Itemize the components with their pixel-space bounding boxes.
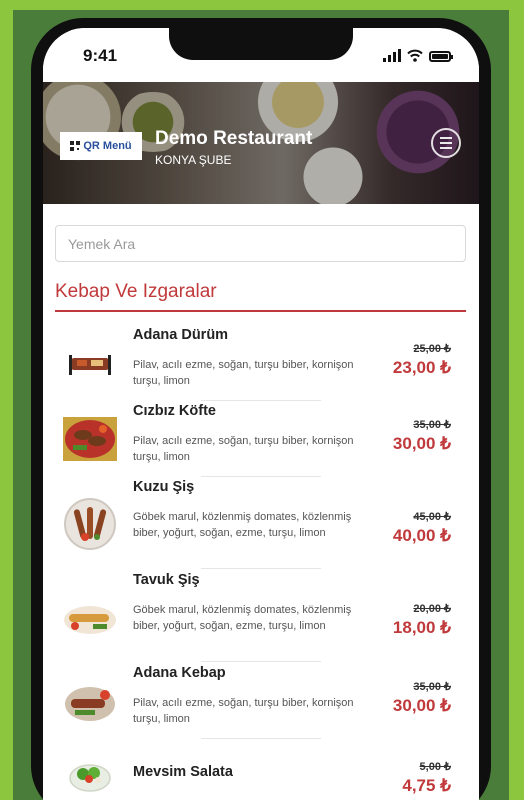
branch-name: KONYA ŞUBE [155, 153, 232, 167]
logo-text: QR Menü [83, 140, 132, 152]
item-old-price: 45,00 ₺ [413, 511, 451, 523]
restaurant-name: Demo Restaurant [155, 128, 313, 149]
item-price: 30,00 ₺ [392, 696, 451, 715]
item-name: Adana Dürüm [133, 327, 229, 343]
item-old-price: 25,00 ₺ [413, 343, 451, 355]
signal-icon [383, 49, 401, 62]
menu-button[interactable] [431, 128, 461, 158]
item-separator [201, 568, 321, 569]
menu-item[interactable]: Mevsim Salata 5,00 ₺ 4,75 ₺ [43, 754, 479, 800]
item-name: Mevsim Salata [133, 764, 233, 780]
item-name: Tavuk Şiş [133, 572, 200, 588]
item-price: 30,00 ₺ [392, 434, 451, 453]
menu-item[interactable]: Cızbız Köfte Pilav, acılı ezme, soğan, t… [43, 403, 479, 483]
item-old-price: 35,00 ₺ [413, 419, 451, 431]
item-old-price: 20,00 ₺ [413, 603, 451, 615]
item-description: Pilav, acılı ezme, soğan, turşu biber, k… [133, 359, 354, 387]
item-old-price: 5,00 ₺ [419, 761, 451, 773]
battery-icon [429, 51, 453, 62]
app-frame: 9:41 QR Menü Demo Restaurant KONYA ŞUBE … [13, 10, 509, 800]
phone-mockup: 9:41 QR Menü Demo Restaurant KONYA ŞUBE … [31, 18, 491, 800]
menu-item[interactable]: Adana Kebap Pilav, acılı ezme, soğan, tu… [43, 665, 479, 745]
status-icons [383, 48, 453, 62]
menu-icon [440, 137, 452, 139]
kuzu-sis-photo [64, 498, 116, 550]
item-description: Göbek marul, közlenmiş domates, közlenmi… [133, 511, 352, 539]
restaurant-header: QR Menü Demo Restaurant KONYA ŞUBE [43, 82, 479, 204]
status-time: 9:41 [83, 46, 118, 65]
qr-code-icon [70, 141, 81, 151]
item-description: Göbek marul, közlenmiş domates, közlenmi… [133, 604, 352, 632]
menu-item[interactable]: Tavuk Şiş Göbek marul, közlenmiş domates… [43, 572, 479, 652]
qr-menu-logo: QR Menü [60, 132, 142, 160]
adana-kebap-photo [63, 681, 117, 725]
mevsim-salata-photo [63, 754, 117, 798]
item-description: Pilav, acılı ezme, soğan, turşu biber, k… [133, 435, 354, 463]
item-separator [201, 661, 321, 662]
menu-item[interactable]: Adana Dürüm Pilav, acılı ezme, soğan, tu… [43, 327, 479, 407]
item-price: 18,00 ₺ [392, 618, 451, 637]
menu-item[interactable]: Kuzu Şiş Göbek marul, közlenmiş domates,… [43, 479, 479, 559]
search-input[interactable] [55, 225, 466, 262]
tavuk-sis-photo [63, 596, 117, 640]
item-separator [201, 738, 321, 739]
item-separator [201, 400, 321, 401]
adana-durum-photo [63, 341, 117, 385]
wifi-icon [407, 49, 423, 62]
item-name: Cızbız Köfte [133, 403, 216, 419]
item-name: Adana Kebap [133, 665, 226, 681]
phone-screen: 9:41 QR Menü Demo Restaurant KONYA ŞUBE … [43, 28, 479, 800]
item-price: 40,00 ₺ [392, 526, 451, 545]
item-description: Pilav, acılı ezme, soğan, turşu biber, k… [133, 697, 354, 725]
item-separator [201, 476, 321, 477]
item-price: 4,75 ₺ [402, 776, 451, 795]
category-divider [55, 310, 466, 312]
phone-notch [169, 28, 353, 60]
category-title: Kebap Ve Izgaralar [55, 281, 217, 302]
item-price: 23,00 ₺ [392, 358, 451, 377]
item-old-price: 35,00 ₺ [413, 681, 451, 693]
cizbiz-kofte-photo [63, 417, 117, 461]
item-name: Kuzu Şiş [133, 479, 195, 495]
